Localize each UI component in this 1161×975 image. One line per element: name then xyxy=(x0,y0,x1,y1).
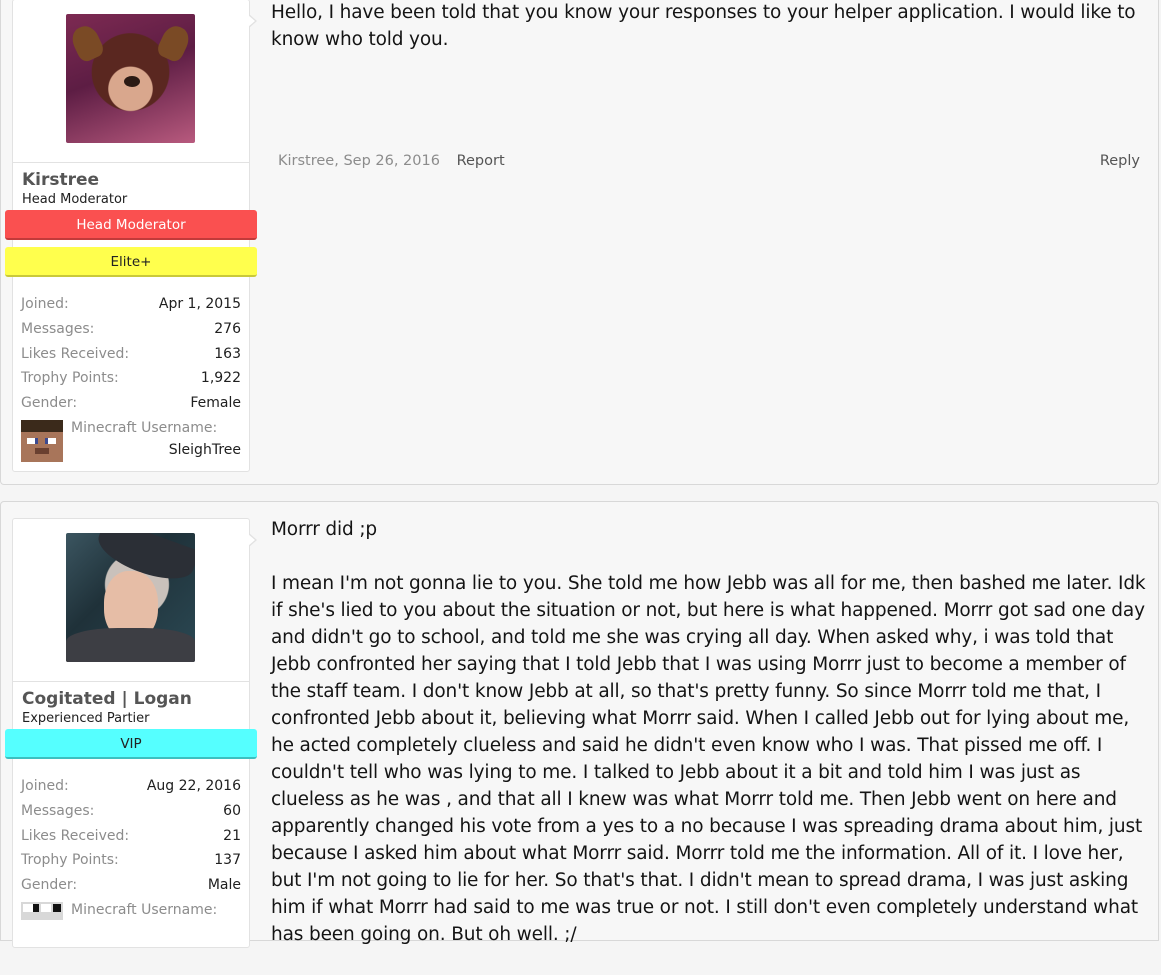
stat-label: Gender: xyxy=(21,877,78,894)
message-content: Morrr did ;p I mean I'm not gonna lie to… xyxy=(271,516,1146,975)
stat-value: 21 xyxy=(223,827,241,844)
message-paragraph: I mean I'm not gonna lie to you. She tol… xyxy=(271,573,1146,945)
message-meta: Kirstree, Sep 26, 2016 Report Reply xyxy=(278,153,1140,169)
stat-row-gender: Gender: Female xyxy=(21,395,241,420)
user-info-block: Cogitated | Logan Experienced Partier VI… xyxy=(5,518,257,948)
post-cogitated-logan: Cogitated | Logan Experienced Partier VI… xyxy=(0,501,1159,948)
minecraft-value: SleighTree xyxy=(168,441,241,458)
stat-row-likes: Likes Received: 163 xyxy=(21,346,241,371)
user-title: Experienced Partier xyxy=(22,711,150,726)
banner-vip: VIP xyxy=(5,729,257,759)
reply-link[interactable]: Reply xyxy=(1100,153,1140,169)
stat-value: Female xyxy=(190,395,241,412)
stat-value: Male xyxy=(207,877,241,894)
stat-label: Joined: xyxy=(21,296,69,312)
divider xyxy=(13,681,249,682)
user-title: Head Moderator xyxy=(22,192,128,207)
minecraft-label: Minecraft Username: xyxy=(71,419,218,436)
author-date-link[interactable]: Kirstree, Sep 26, 2016 xyxy=(278,153,440,169)
stat-label: Likes Received: xyxy=(21,827,130,844)
minecraft-head-icon xyxy=(21,901,63,920)
stat-row-trophy: Trophy Points: 137 xyxy=(21,852,241,877)
avatar-ear-right xyxy=(155,22,193,64)
stat-row-likes: Likes Received: 21 xyxy=(21,828,241,853)
stat-row-messages: Messages: 276 xyxy=(21,321,241,346)
message-content: Hello, I have been told that you know yo… xyxy=(271,0,1146,80)
stat-row-trophy: Trophy Points: 1,922 xyxy=(21,370,241,395)
userblock-arrow xyxy=(248,14,257,28)
avatar[interactable] xyxy=(66,14,195,143)
stat-row-messages: Messages: 60 xyxy=(21,803,241,828)
banner-head-moderator: Head Moderator xyxy=(5,210,257,240)
minecraft-row: Minecraft Username: xyxy=(21,901,241,946)
userblock-arrow xyxy=(248,533,257,547)
banner-elite-plus: Elite+ xyxy=(5,247,257,277)
avatar-shirt xyxy=(66,628,195,662)
avatar-ear-left xyxy=(68,22,106,64)
user-info-block: Kirstree Head Moderator Head Moderator E… xyxy=(5,0,257,472)
divider xyxy=(13,162,249,163)
stat-label: Trophy Points: xyxy=(21,370,119,387)
stat-value[interactable]: 137 xyxy=(214,852,241,868)
avatar[interactable] xyxy=(66,533,195,662)
stat-label: Messages: xyxy=(21,320,95,337)
stat-label: Messages: xyxy=(21,802,95,819)
stat-value[interactable]: 276 xyxy=(214,321,241,337)
stat-value: Apr 1, 2015 xyxy=(158,296,241,312)
message-text: Hello, I have been told that you know yo… xyxy=(271,2,1136,50)
stat-value: 163 xyxy=(214,345,241,362)
username[interactable]: Cogitated | Logan xyxy=(22,689,192,709)
username[interactable]: Kirstree xyxy=(22,170,99,190)
minecraft-label: Minecraft Username: xyxy=(71,901,218,918)
minecraft-row: Minecraft Username: SleighTree xyxy=(21,419,241,464)
avatar-nose xyxy=(124,76,140,87)
stat-row-gender: Gender: Male xyxy=(21,877,241,902)
stat-row-joined: Joined: Aug 22, 2016 xyxy=(21,778,241,803)
report-link[interactable]: Report xyxy=(457,153,505,169)
stat-label: Joined: xyxy=(21,778,69,794)
stat-label: Likes Received: xyxy=(21,345,130,362)
stat-value[interactable]: 60 xyxy=(223,803,241,819)
minecraft-head-icon xyxy=(21,419,63,462)
stat-value[interactable]: 1,922 xyxy=(201,370,241,386)
user-extra-info: Joined: Apr 1, 2015 Messages: 276 Likes Re… xyxy=(21,296,241,464)
stat-row-joined: Joined: Apr 1, 2015 xyxy=(21,296,241,321)
stat-label: Gender: xyxy=(21,395,78,412)
message-paragraph: Morrr did ;p xyxy=(271,519,378,540)
post-kirstree: Kirstree Head Moderator Head Moderator E… xyxy=(0,0,1159,485)
stat-value: Aug 22, 2016 xyxy=(146,778,241,794)
stat-label: Trophy Points: xyxy=(21,852,119,869)
